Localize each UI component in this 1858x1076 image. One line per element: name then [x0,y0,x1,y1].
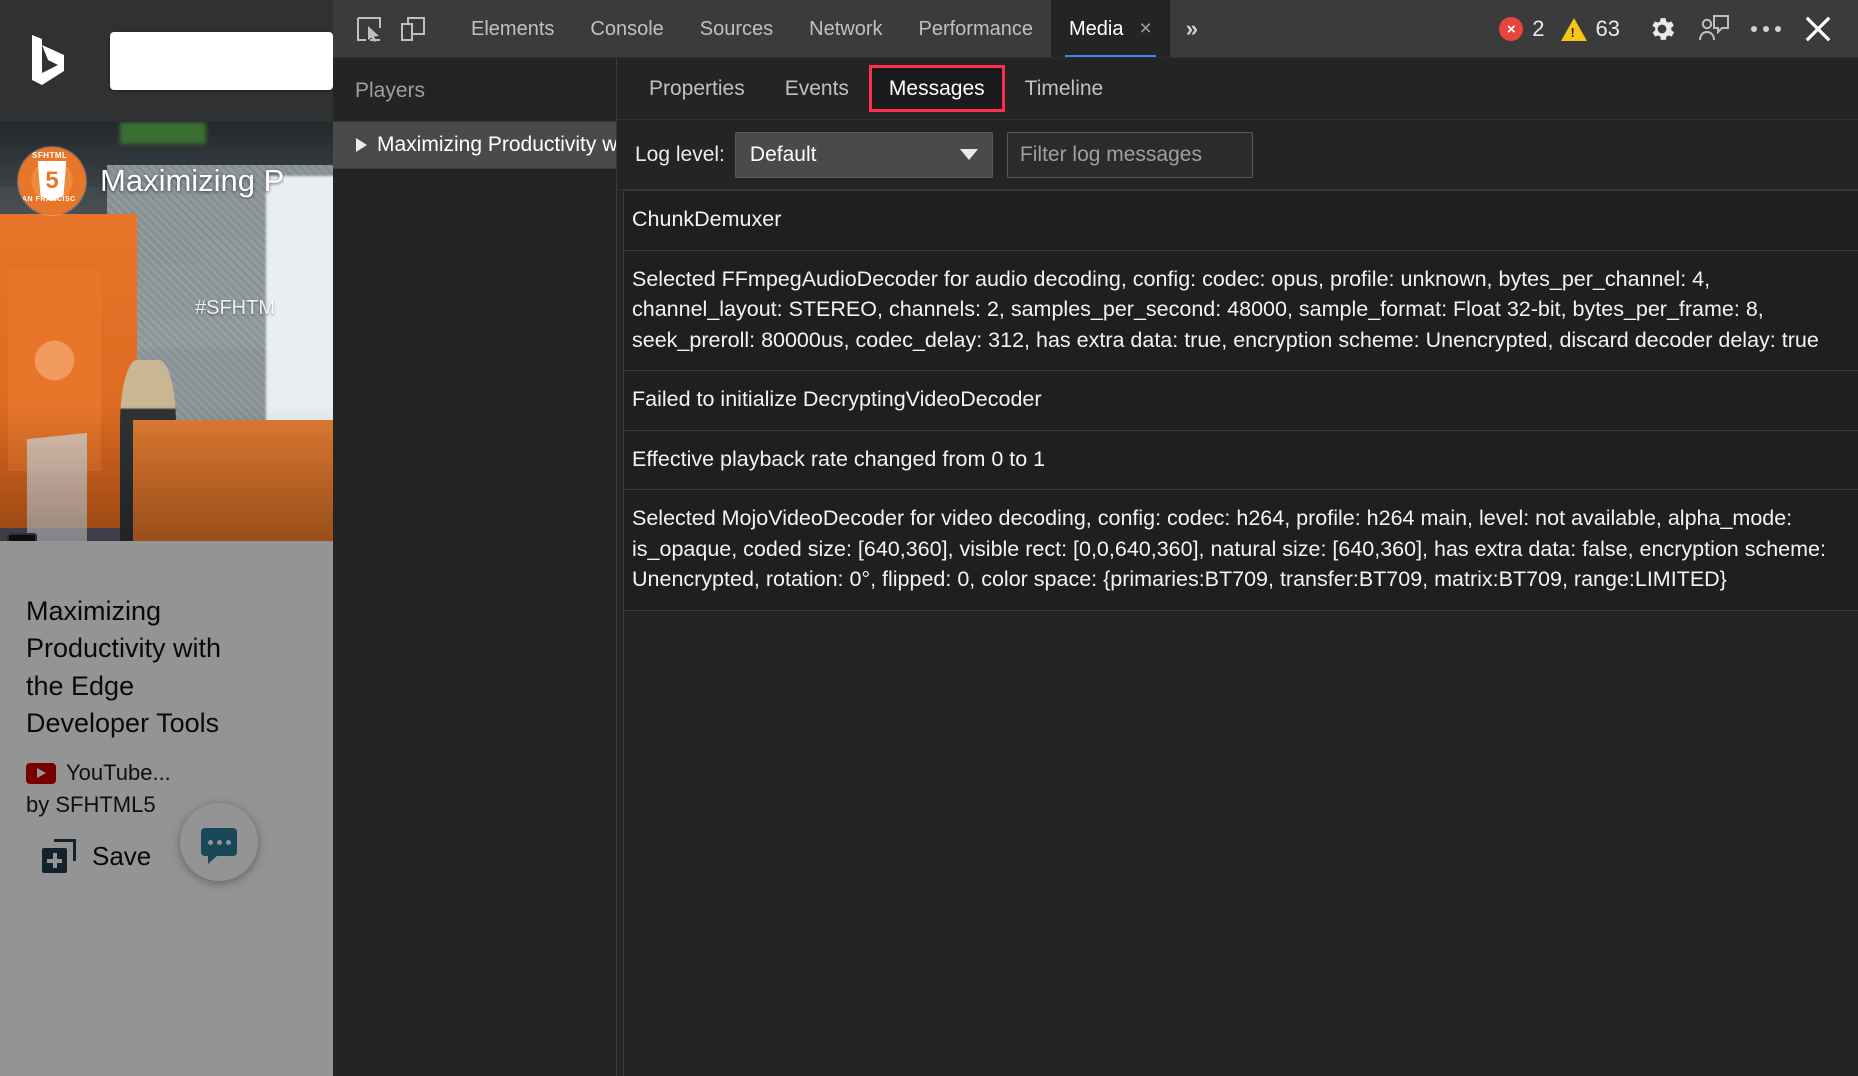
tab-elements[interactable]: Elements [453,0,572,58]
tab-network[interactable]: Network [791,0,900,58]
video-info-panel: Maximizing Productivity with the Edge De… [0,541,333,1076]
tab-network-label: Network [809,17,883,40]
close-devtools-icon[interactable] [1792,3,1844,55]
person-feedback-icon[interactable] [1688,3,1740,55]
video-author-label: by SFHTML5 [26,792,156,817]
error-count-badge[interactable]: × 2 [1499,16,1545,42]
devtools-body: Players Maximizing Productivity with th … [333,58,1858,1076]
chevron-down-icon [959,149,978,160]
more-options-icon[interactable] [1740,3,1792,55]
channel-avatar: SFHTML AN FRANCISC 5 [18,147,86,215]
messages-list[interactable]: ChunkDemuxer Selected FFmpegAudioDecoder… [623,190,1858,1076]
player-list-item-label: Maximizing Productivity with th [377,133,616,156]
more-tabs-icon[interactable]: » [1170,0,1214,58]
tab-performance-label: Performance [918,17,1034,40]
tab-console-label: Console [590,17,664,40]
tab-elements-label: Elements [471,17,555,40]
video-title: Maximizing Productivity with the Edge De… [26,596,222,738]
tab-sources-label: Sources [699,17,774,40]
video-meta: Maximizing Productivity with the Edge De… [26,593,313,818]
players-pane: Players Maximizing Productivity with th [333,58,617,1076]
tab-messages[interactable]: Messages [868,65,1005,112]
search-input[interactable] [110,32,333,90]
gear-icon[interactable] [1636,3,1688,55]
devtools-toolbar: Elements Console Sources Network Perform… [333,0,1858,58]
warning-count-badge[interactable]: 63 [1560,16,1620,42]
players-title: Players [355,79,426,102]
expand-triangle-icon[interactable] [356,138,367,152]
video-overlay-title: Maximizing P [100,163,285,198]
tab-properties-label: Properties [649,76,745,100]
log-level-label: Log level: [635,142,725,166]
filter-log-messages-input[interactable] [1006,131,1253,178]
messages-empty-area [624,610,1858,1076]
tab-events-label: Events [784,76,849,100]
tab-messages-label: Messages [888,76,985,100]
tab-timeline[interactable]: Timeline [1005,58,1124,119]
log-level-select[interactable]: Default [734,131,993,178]
video-source-row: YouTube... [26,760,313,786]
youtube-icon [26,762,56,784]
tab-properties[interactable]: Properties [629,58,765,119]
media-panel: Properties Events Messages Timeline Log … [617,58,1858,1076]
save-button[interactable]: Save [26,826,174,886]
video-hashtag-text: #SFHTM [195,297,275,319]
media-subtablist: Properties Events Messages Timeline [617,58,1858,120]
error-icon: × [1499,17,1524,41]
tab-media[interactable]: Media × [1051,0,1170,58]
tab-events[interactable]: Events [765,58,869,119]
tab-console[interactable]: Console [572,0,681,58]
avatar-top-text: SFHTML [32,151,68,160]
save-button-label: Save [92,840,152,871]
message-row: Selected FFmpegAudioDecoder for audio de… [624,250,1858,372]
screen-root: #SFHTM This event is G SFHTML AN FRANCIS… [0,0,1858,1076]
bing-header [0,0,333,122]
video-source-label: YouTube... [66,760,171,785]
log-level-value: Default [749,142,817,166]
devtools-toolbar-right: × 2 63 [1499,3,1858,55]
feedback-button[interactable] [180,803,258,881]
player-list-item[interactable]: Maximizing Productivity with th [333,121,616,169]
message-row: Effective playback rate changed from 0 t… [624,430,1858,491]
messages-filter-bar: Log level: Default [617,120,1858,190]
bing-logo[interactable] [28,33,72,89]
device-toolbar-icon[interactable] [391,7,435,51]
tab-performance[interactable]: Performance [901,0,1052,58]
tab-sources[interactable]: Sources [682,0,791,58]
tab-media-label: Media [1069,17,1124,40]
devtools-window: Elements Console Sources Network Perform… [333,0,1858,1076]
tab-timeline-label: Timeline [1024,76,1104,100]
bing-page: #SFHTM This event is G SFHTML AN FRANCIS… [0,0,333,1076]
devtools-tablist: Elements Console Sources Network Perform… [453,0,1214,58]
warning-icon [1560,17,1587,41]
error-count: 2 [1532,16,1545,41]
close-icon[interactable]: × [1139,17,1151,41]
video-title-overlay: SFHTML AN FRANCISC 5 Maximizing P [18,147,333,215]
avatar-digit: 5 [45,167,59,194]
save-icon [42,839,76,873]
message-row: ChunkDemuxer [624,190,1858,251]
inspect-element-icon[interactable] [347,7,391,51]
chat-bubble-icon [201,828,237,864]
message-row: Selected MojoVideoDecoder for video deco… [624,490,1858,611]
warning-count: 63 [1595,16,1620,41]
message-row: Failed to initialize DecryptingVideoDeco… [624,371,1858,431]
